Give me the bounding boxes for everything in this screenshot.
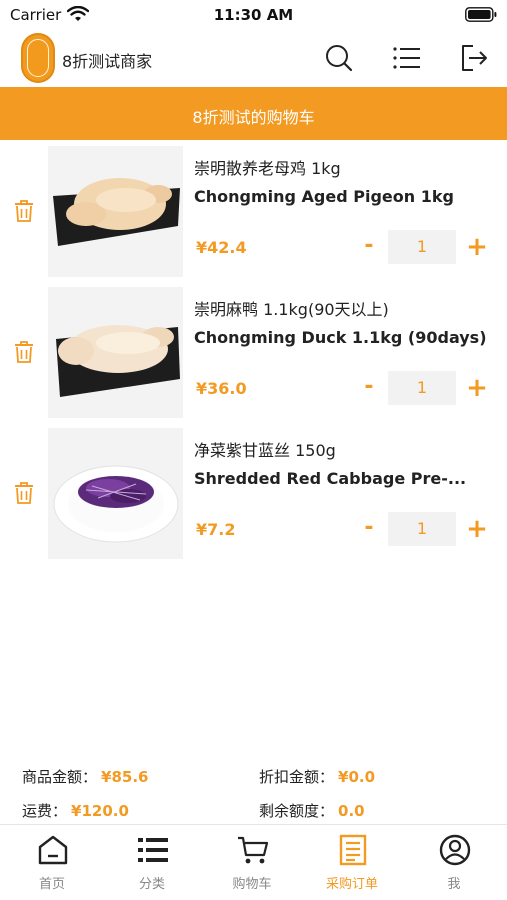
product-name-cn: 净菜紫甘蓝丝 150g [194,441,336,460]
trash-icon[interactable] [13,481,35,505]
goods-amount-label: 商品金额： [22,768,98,786]
battery-icon [465,7,497,22]
product-price: ¥42.4 [196,238,247,257]
list-icon[interactable] [392,43,422,73]
category-list-icon [138,838,168,862]
chicken-photo [48,146,183,277]
home-icon [38,835,68,865]
product-name-en: Chongming Aged Pigeon 1kg [194,187,454,206]
quantity-field[interactable]: 1 [388,371,456,405]
cabbage-photo [48,428,183,559]
tab-me[interactable]: 我 [404,825,504,900]
tab-category-label: 分类 [138,877,165,892]
top-nav: 8折测试商家 [0,30,507,86]
tab-cart-label: 购物车 [232,877,272,892]
discount-amount: 折扣金额： ¥0.0 [259,766,375,787]
tab-purchase-orders-label: 采购订单 [325,877,378,892]
chef2chef-logo [21,33,55,83]
product-image-chicken[interactable] [48,146,183,277]
trash-icon[interactable] [13,199,35,223]
tab-cart[interactable]: 购物车 [202,825,302,900]
quantity-increase-button[interactable]: + [464,230,490,264]
remaining-quota: 剩余额度： 0.0 [259,800,365,821]
tab-home[interactable]: 首页 [2,825,102,900]
status-bar: Carrier 11:30 AM [0,0,507,30]
product-name-en: Chongming Duck 1.1kg (90days) [194,328,487,347]
discount-label: 折扣金额： [259,768,335,786]
order-icon [339,834,367,866]
cart-title: 8折测试的购物车 [192,108,315,127]
quantity-field[interactable]: 1 [388,512,456,546]
quantity-decrease-button[interactable]: - [358,372,380,402]
cart-item: 崇明麻鸭 1.1kg(90天以上) Chongming Duck 1.1kg (… [0,283,507,421]
tab-purchase-orders[interactable]: 采购订单 [302,825,402,900]
quantity-field[interactable]: 1 [388,230,456,264]
status-time: 11:30 AM [213,6,294,24]
discount-value: ¥0.0 [338,768,376,786]
product-name-cn: 崇明散养老母鸡 1kg [194,159,341,178]
product-price: ¥36.0 [196,379,247,398]
order-summary: 商品金额： ¥85.6 折扣金额： ¥0.0 运费： ¥120.0 剩余额度： 0.0 [0,760,507,824]
product-image-duck[interactable] [48,287,183,418]
profile-icon [439,834,471,866]
product-name-en: Shredded Red Cabbage Pre-... [194,469,467,488]
cart-icon [238,836,269,864]
quantity-decrease-button[interactable]: - [358,513,380,543]
tab-home-label: 首页 [38,877,65,892]
tab-bar: 首页 分类 购物车 采购订单 我 [0,824,507,900]
logout-icon[interactable] [459,43,489,73]
cart-item: 崇明散养老母鸡 1kg Chongming Aged Pigeon 1kg ¥4… [0,142,507,280]
shipping-fee: 运费： ¥120.0 [22,800,129,821]
product-price: ¥7.2 [196,520,236,539]
quantity-increase-button[interactable]: + [464,512,490,546]
remaining-value: 0.0 [338,802,365,820]
shipping-value: ¥120.0 [71,802,129,820]
quantity-increase-button[interactable]: + [464,371,490,405]
shipping-label: 运费： [22,802,68,820]
tab-me-label: 我 [447,877,461,892]
remaining-label: 剩余额度： [259,802,335,820]
goods-amount-value: ¥85.6 [101,768,149,786]
search-icon[interactable] [324,43,354,73]
cart-title-bar: 8折测试的购物车 [0,87,507,140]
duck-photo [48,287,183,418]
logo-ring [27,39,49,77]
product-name-cn: 崇明麻鸭 1.1kg(90天以上) [194,300,389,319]
product-image-cabbage[interactable] [48,428,183,559]
quantity-decrease-button[interactable]: - [358,231,380,261]
cart-item: 净菜紫甘蓝丝 150g Shredded Red Cabbage Pre-...… [0,424,507,562]
tab-category[interactable]: 分类 [102,825,202,900]
trash-icon[interactable] [13,340,35,364]
goods-amount: 商品金额： ¥85.6 [22,766,148,787]
merchant-name: 8折测试商家 [62,52,153,71]
